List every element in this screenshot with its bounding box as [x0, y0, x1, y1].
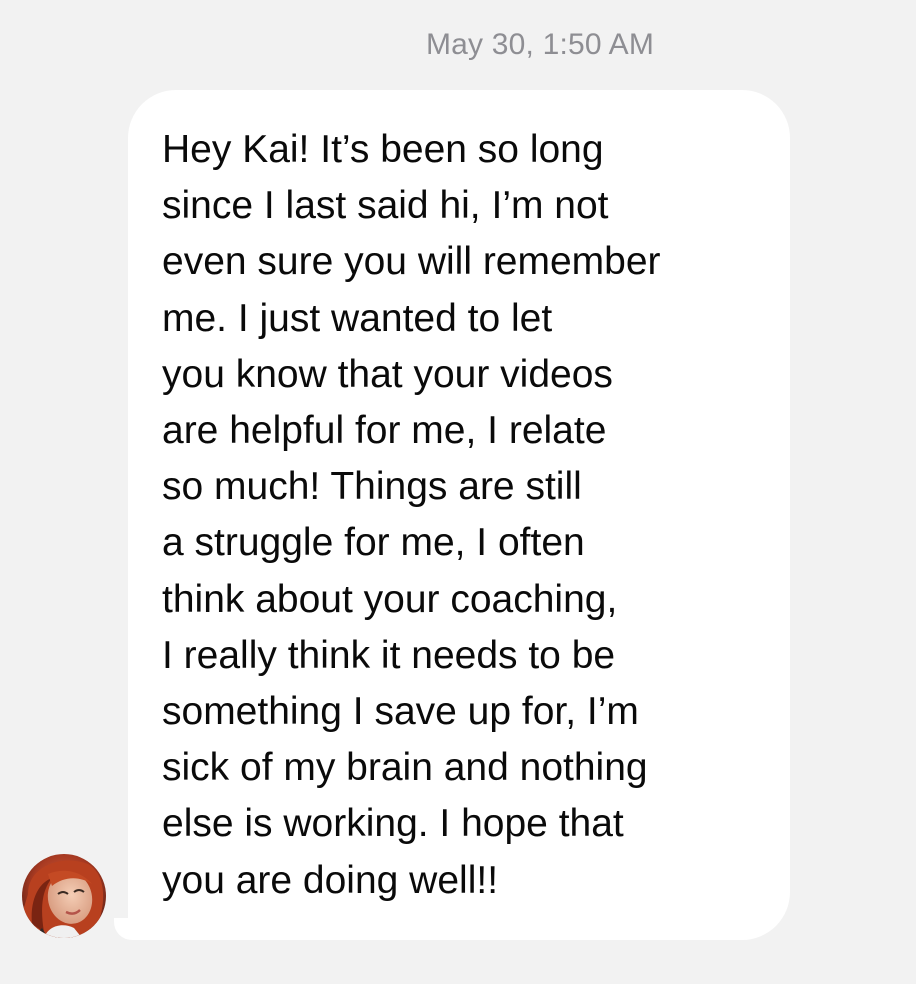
- message-text-line: so much! Things are still: [162, 465, 582, 509]
- message-text-line: you know that your videos: [162, 352, 613, 396]
- message-text-line: you are doing well!!: [162, 858, 499, 902]
- sender-avatar[interactable]: [22, 854, 106, 938]
- message-text-line: I really think it needs to be: [162, 633, 616, 677]
- message-text-line: else is working. I hope that: [162, 802, 624, 846]
- message-text-line: sick of my brain and nothing: [162, 746, 648, 790]
- message-text-line: Hey Kai! It’s been so long: [162, 128, 604, 171]
- message-text-line: are helpful for me, I relate: [162, 409, 607, 453]
- message-text-line: a struggle for me, I often: [162, 521, 585, 565]
- message-text-line: since I last said hi, I’m not: [162, 184, 609, 228]
- message-text-line: something I save up for, I’m: [162, 690, 639, 734]
- message-text-line: me. I just wanted to let: [162, 296, 553, 340]
- message-bubble[interactable]: Hey Kai! It’s been so long since I last …: [128, 90, 790, 940]
- user-avatar-photo-icon: [22, 854, 106, 938]
- message-text-line: even sure you will remember: [162, 240, 661, 284]
- message-text-line: think about your coaching,: [162, 577, 618, 621]
- message-timestamp: May 30, 1:50 AM: [425, 28, 655, 61]
